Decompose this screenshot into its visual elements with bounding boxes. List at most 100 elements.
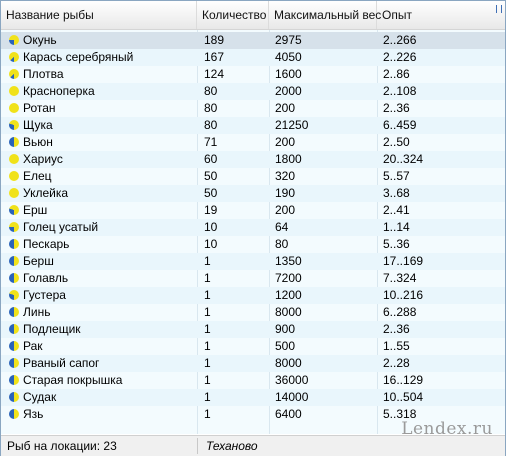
- catch-pie-icon: [9, 324, 19, 334]
- fish-name-cell: Голец усатый: [9, 219, 194, 236]
- table-row[interactable]: Берш 1 1350 17..169: [1, 253, 505, 270]
- count-cell: 1: [204, 390, 211, 404]
- catch-pie-icon: [9, 188, 19, 198]
- max-weight-cell: 900: [275, 322, 296, 336]
- fish-name: Елец: [23, 169, 52, 183]
- fish-name-cell: Красноперка: [9, 83, 194, 100]
- table-row[interactable]: Старая покрышка 1 36000 16..129: [1, 372, 505, 389]
- table-row[interactable]: Густера 1 1200 10..216: [1, 287, 505, 304]
- table-row[interactable]: Хариус 60 1800 20..324: [1, 151, 505, 168]
- fish-name: Окунь: [23, 33, 57, 47]
- count-cell: 71: [204, 135, 218, 149]
- fish-name: Карась серебряный: [23, 50, 134, 64]
- experience-cell: 2..86: [383, 67, 410, 81]
- fish-name-cell: Пескарь: [9, 236, 194, 253]
- fish-name-cell: Хариус: [9, 151, 194, 168]
- catch-pie-icon: [9, 154, 19, 164]
- catch-pie-icon: [9, 256, 19, 266]
- count-cell: 80: [204, 84, 218, 98]
- table-row[interactable]: Ерш 19 200 2..41: [1, 202, 505, 219]
- table-row[interactable]: Голавль 1 7200 7..324: [1, 270, 505, 287]
- fish-name: Плотва: [23, 67, 64, 81]
- experience-cell: 2..266: [383, 33, 417, 47]
- fish-name: Голец усатый: [23, 220, 99, 234]
- fish-name-cell: Ерш: [9, 202, 194, 219]
- max-weight-cell: 190: [275, 186, 296, 200]
- fish-name-cell: Плотва: [9, 66, 194, 83]
- fish-name: Линь: [23, 305, 51, 319]
- fish-name-cell: Вьюн: [9, 134, 194, 151]
- catch-pie-icon: [9, 171, 19, 181]
- fish-name: Хариус: [23, 152, 63, 166]
- max-weight-cell: 2000: [275, 84, 302, 98]
- experience-cell: 7..324: [383, 271, 417, 285]
- table-row[interactable]: Ротан 80 200 2..36: [1, 100, 505, 117]
- experience-cell: 5..36: [383, 237, 410, 251]
- column-header-fish-name[interactable]: Название рыбы: [1, 1, 197, 29]
- watermark: Lendex.ru: [401, 419, 493, 439]
- experience-cell: 2..226: [383, 50, 417, 64]
- count-cell: 50: [204, 169, 218, 183]
- catch-pie-icon: [9, 222, 19, 232]
- experience-cell: 2..28: [383, 356, 410, 370]
- fish-name: Густера: [23, 288, 66, 302]
- experience-cell: 10..216: [383, 288, 424, 302]
- table-row[interactable]: Пескарь 10 80 5..36: [1, 236, 505, 253]
- count-cell: 1: [204, 322, 211, 336]
- column-header-count[interactable]: Количество: [197, 1, 269, 29]
- fish-name-cell: Подлещик: [9, 321, 194, 338]
- experience-cell: 20..324: [383, 152, 424, 166]
- table-row[interactable]: Окунь 189 2975 2..266: [1, 32, 505, 49]
- table-row[interactable]: Вьюн 71 200 2..50: [1, 134, 505, 151]
- table-row[interactable]: Подлещик 1 900 2..36: [1, 321, 505, 338]
- max-weight-cell: 200: [275, 135, 296, 149]
- fish-name: Красноперка: [23, 84, 95, 98]
- max-weight-cell: 8000: [275, 356, 302, 370]
- fish-name: Рваный сапог: [23, 356, 100, 370]
- column-header-max-weight[interactable]: Максимальный вес: [269, 1, 381, 29]
- table-row[interactable]: Щука 80 21250 6..459: [1, 117, 505, 134]
- count-cell: 1: [204, 407, 211, 421]
- table-row[interactable]: Плотва 124 1600 2..86: [1, 66, 505, 83]
- catch-pie-icon: [9, 375, 19, 385]
- experience-cell: 2..108: [383, 84, 417, 98]
- max-weight-cell: 21250: [275, 118, 309, 132]
- table-row[interactable]: Судак 1 14000 10..504: [1, 389, 505, 406]
- table-row[interactable]: Голец усатый 10 64 1..14: [1, 219, 505, 236]
- catch-pie-icon: [9, 307, 19, 317]
- count-cell: 60: [204, 152, 218, 166]
- fish-name-cell: Карась серебряный: [9, 49, 194, 66]
- fish-name: Судак: [23, 390, 57, 404]
- table-row[interactable]: Карась серебряный 167 4050 2..226: [1, 49, 505, 66]
- fish-table-window: Название рыбы Количество Максимальный ве…: [0, 0, 506, 456]
- fish-name-cell: Щука: [9, 117, 194, 134]
- fish-name-cell: Старая покрышка: [9, 372, 194, 389]
- fish-name-cell: Голавль: [9, 270, 194, 287]
- experience-cell: 17..169: [383, 254, 424, 268]
- table-row[interactable]: Рваный сапог 1 8000 2..28: [1, 355, 505, 372]
- table-row[interactable]: Елец 50 320 5..57: [1, 168, 505, 185]
- column-header-experience[interactable]: Опыт: [377, 1, 505, 29]
- table-row[interactable]: Рак 1 500 1..55: [1, 338, 505, 355]
- catch-pie-icon: [9, 392, 19, 402]
- table-row[interactable]: Уклейка 50 190 3..68: [1, 185, 505, 202]
- fish-name: Ротан: [23, 101, 56, 115]
- count-cell: 80: [204, 101, 218, 115]
- max-weight-cell: 7200: [275, 271, 302, 285]
- fish-name-cell: Рак: [9, 338, 194, 355]
- table-row[interactable]: Линь 1 8000 6..288: [1, 304, 505, 321]
- fish-name-cell: Окунь: [9, 32, 194, 49]
- fish-name: Старая покрышка: [23, 373, 123, 387]
- max-weight-cell: 14000: [275, 390, 309, 404]
- fish-name-cell: Линь: [9, 304, 194, 321]
- catch-pie-icon: [9, 69, 19, 79]
- max-weight-cell: 200: [275, 203, 296, 217]
- max-weight-cell: 1200: [275, 288, 302, 302]
- fish-list: Окунь 189 2975 2..266 Карась серебряный 167 40…: [1, 30, 505, 434]
- count-cell: 80: [204, 118, 218, 132]
- table-row[interactable]: Красноперка 80 2000 2..108: [1, 83, 505, 100]
- fish-name-cell: Судак: [9, 389, 194, 406]
- catch-pie-icon: [9, 35, 19, 45]
- catch-pie-icon: [9, 409, 19, 419]
- catch-pie-icon: [9, 103, 19, 113]
